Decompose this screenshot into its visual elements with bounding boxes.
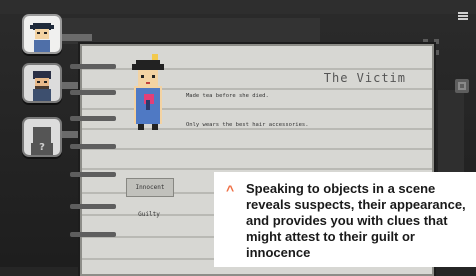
unknown-glyph: ? [39, 142, 45, 153]
guilty-button[interactable]: Guilty [126, 206, 172, 223]
woman-portrait-icon [30, 23, 54, 52]
caret-up-icon: ^ [226, 182, 235, 198]
background-panel [60, 18, 320, 44]
book-icon[interactable] [454, 77, 470, 98]
binder-ring [70, 204, 116, 209]
hamburger-icon[interactable] [457, 9, 469, 25]
caption-text: Speaking to objects in a scene reveals s… [246, 181, 466, 260]
victim-portrait-icon [132, 54, 164, 130]
suspect-tab-man[interactable] [22, 63, 62, 103]
binder-ring [70, 64, 116, 69]
tab-connector [62, 34, 92, 41]
suspect-tab-unknown[interactable]: ? [22, 117, 62, 157]
binder-ring [70, 172, 116, 177]
binder-ring [70, 90, 116, 95]
background-strip [0, 0, 476, 14]
suspect-tab-woman[interactable] [22, 14, 62, 54]
man-portrait-icon [33, 71, 51, 101]
clue-text: Made tea before she died. [186, 93, 269, 99]
unknown-suspect-icon: ? [31, 127, 53, 155]
caption-box: ^ Speaking to objects in a scene reveals… [214, 172, 476, 267]
notebook-title: The Victim [323, 71, 406, 85]
page-rule [82, 168, 432, 170]
clue-text: Only wears the best hair accessories. [186, 122, 309, 128]
binder-ring [70, 116, 116, 121]
innocent-button[interactable]: Innocent [126, 178, 174, 197]
binder-ring [70, 232, 116, 237]
page-rule [82, 148, 432, 150]
binder-ring [70, 144, 116, 149]
